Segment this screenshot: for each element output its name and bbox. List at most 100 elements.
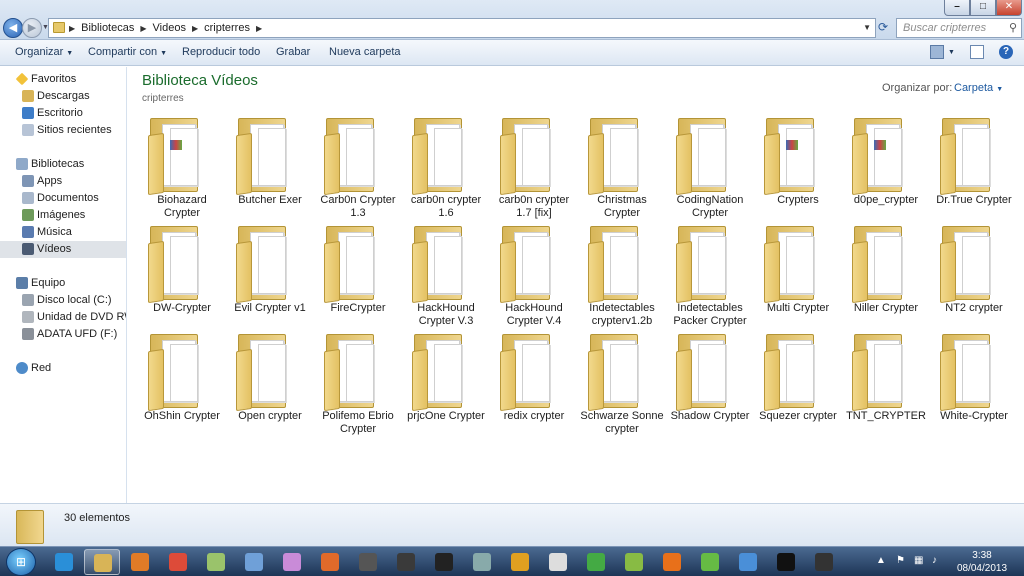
nav-downloads[interactable]: Descargas bbox=[0, 88, 126, 105]
folder-item[interactable]: White-Crypter bbox=[930, 326, 1018, 430]
view-options-icon[interactable] bbox=[930, 45, 944, 59]
help-icon[interactable]: ? bbox=[999, 45, 1013, 59]
close-button[interactable]: ✕ bbox=[996, 0, 1022, 16]
folder-item[interactable]: Carb0n Crypter 1.3 bbox=[314, 110, 402, 219]
folder-item[interactable]: Open crypter bbox=[226, 326, 314, 430]
start-button[interactable]: ⊞ bbox=[6, 548, 36, 576]
folder-item[interactable]: carb0n crypter 1.7 [fix] bbox=[490, 110, 578, 219]
folder-item[interactable]: Indetectables Packer Crypter bbox=[666, 218, 754, 327]
network-tray-icon[interactable]: ▦ bbox=[914, 555, 923, 566]
taskbar-app-button[interactable] bbox=[312, 549, 348, 575]
folder-item[interactable]: HackHound Crypter V.4 bbox=[490, 218, 578, 327]
nav-network[interactable]: Red bbox=[0, 360, 126, 377]
star-icon bbox=[15, 72, 29, 86]
breadcrumb-separator-icon[interactable]: ▶ bbox=[256, 22, 262, 35]
folder-item[interactable]: CodingNation Crypter bbox=[666, 110, 754, 219]
taskbar-app-button[interactable] bbox=[236, 549, 272, 575]
nav-computer[interactable]: Equipo bbox=[0, 275, 126, 292]
taskbar-app-button[interactable] bbox=[388, 549, 424, 575]
breadcrumb-item[interactable]: cripterres bbox=[204, 22, 250, 35]
breadcrumb-item[interactable]: Videos bbox=[153, 22, 186, 35]
preview-pane-icon[interactable] bbox=[970, 45, 984, 59]
folder-item[interactable]: Christmas Crypter bbox=[578, 110, 666, 219]
nav-music[interactable]: Música bbox=[0, 224, 126, 241]
taskbar-app-button[interactable] bbox=[692, 549, 728, 575]
taskbar-app-button[interactable] bbox=[806, 549, 842, 575]
taskbar-app-button[interactable] bbox=[464, 549, 500, 575]
back-button[interactable]: ◀ bbox=[3, 18, 23, 38]
nav-libraries[interactable]: Bibliotecas bbox=[0, 156, 126, 173]
breadcrumb-separator-icon[interactable]: ▶ bbox=[69, 22, 75, 35]
address-history-dropdown-icon[interactable]: ▼ bbox=[863, 23, 871, 32]
folder-item[interactable]: redix crypter bbox=[490, 326, 578, 430]
folder-item[interactable]: Polifemo Ebrio Crypter bbox=[314, 326, 402, 435]
new-folder-button[interactable]: Nueva carpeta bbox=[329, 46, 401, 58]
nav-drive-c[interactable]: Disco local (C:) bbox=[0, 292, 126, 309]
folder-item[interactable]: Multi Crypter bbox=[754, 218, 842, 322]
arrange-by-dropdown[interactable]: Carpeta ▼ bbox=[954, 82, 1003, 94]
folder-item[interactable]: Dr.True Crypter bbox=[930, 110, 1018, 214]
nav-documents[interactable]: Documentos bbox=[0, 190, 126, 207]
taskbar-app-button[interactable] bbox=[350, 549, 386, 575]
taskbar-app-button[interactable] bbox=[84, 549, 120, 575]
folder-item[interactable]: Crypters bbox=[754, 110, 842, 214]
folder-item[interactable]: prjcOne Crypter bbox=[402, 326, 490, 430]
taskbar-app-button[interactable] bbox=[616, 549, 652, 575]
taskbar-app-button[interactable] bbox=[730, 549, 766, 575]
clock[interactable]: 3:38 08/04/2013 bbox=[952, 549, 1012, 575]
maximize-button[interactable]: □ bbox=[970, 0, 996, 16]
folder-item[interactable]: carb0n crypter 1.6 bbox=[402, 110, 490, 219]
taskbar-app-button[interactable] bbox=[46, 549, 82, 575]
volume-icon[interactable]: ♪ bbox=[932, 555, 937, 566]
breadcrumb-item[interactable]: Bibliotecas bbox=[81, 22, 134, 35]
action-center-icon[interactable]: ⚑ bbox=[896, 555, 905, 566]
taskbar-app-button[interactable] bbox=[198, 549, 234, 575]
folder-item[interactable]: Schwarze Sonne crypter bbox=[578, 326, 666, 435]
nav-pictures[interactable]: Imágenes bbox=[0, 207, 126, 224]
nav-desktop[interactable]: Escritorio bbox=[0, 105, 126, 122]
address-field[interactable]: ▶ Bibliotecas ▶ Videos ▶ cripterres ▶ ▼ bbox=[48, 18, 876, 38]
folder-item[interactable]: Butcher Exer bbox=[226, 110, 314, 214]
folder-item[interactable]: DW-Crypter bbox=[138, 218, 226, 322]
folder-item[interactable]: FireCrypter bbox=[314, 218, 402, 322]
folder-item[interactable]: Niller Crypter bbox=[842, 218, 930, 322]
tray-expand-icon[interactable]: ▲ bbox=[876, 555, 886, 566]
folder-item[interactable]: d0pe_crypter bbox=[842, 110, 930, 214]
nav-dvd-drive[interactable]: Unidad de DVD RW ( bbox=[0, 309, 126, 326]
folder-item[interactable]: Indetectables crypterv1.2b bbox=[578, 218, 666, 327]
burn-button[interactable]: Grabar bbox=[276, 46, 310, 58]
folder-item[interactable]: Shadow Crypter bbox=[666, 326, 754, 430]
nav-usb-drive[interactable]: ADATA UFD (F:) bbox=[0, 326, 126, 343]
folder-item[interactable]: OhShin Crypter bbox=[138, 326, 226, 430]
folder-item[interactable]: Squezer crypter bbox=[754, 326, 842, 430]
taskbar-app-button[interactable] bbox=[768, 549, 804, 575]
search-input[interactable]: Buscar cripterres ⚲ bbox=[896, 18, 1022, 38]
play-all-button[interactable]: Reproducir todo bbox=[182, 46, 260, 58]
nav-favorites[interactable]: Favoritos bbox=[0, 71, 126, 88]
folder-item[interactable]: HackHound Crypter V.3 bbox=[402, 218, 490, 327]
nav-apps[interactable]: Apps bbox=[0, 173, 126, 190]
folder-item[interactable]: TNT_CRYPTER bbox=[842, 326, 930, 430]
view-dropdown-icon[interactable]: ▼ bbox=[948, 49, 955, 56]
taskbar-app-button[interactable] bbox=[160, 549, 196, 575]
nav-recent-places[interactable]: Sitios recientes bbox=[0, 122, 126, 139]
share-menu[interactable]: Compartir con ▼ bbox=[88, 46, 167, 58]
nav-videos[interactable]: Vídeos bbox=[0, 241, 126, 258]
breadcrumb-separator-icon[interactable]: ▶ bbox=[192, 22, 198, 35]
minimize-button[interactable]: – bbox=[944, 0, 970, 16]
taskbar-app-button[interactable] bbox=[274, 549, 310, 575]
taskbar-app-button[interactable] bbox=[502, 549, 538, 575]
organize-menu[interactable]: Organizar ▼ bbox=[15, 46, 73, 58]
taskbar-app-button[interactable] bbox=[654, 549, 690, 575]
taskbar-app-button[interactable] bbox=[426, 549, 462, 575]
taskbar-app-button[interactable] bbox=[122, 549, 158, 575]
folder-item[interactable]: Biohazard Crypter bbox=[138, 110, 226, 219]
refresh-icon[interactable]: ⟳ bbox=[878, 20, 892, 34]
taskbar-app-button[interactable] bbox=[540, 549, 576, 575]
taskbar-app-button[interactable] bbox=[578, 549, 614, 575]
folder-item[interactable]: NT2 crypter bbox=[930, 218, 1018, 322]
breadcrumb-separator-icon[interactable]: ▶ bbox=[140, 22, 146, 35]
forward-button[interactable]: ▶ bbox=[22, 18, 42, 38]
folder-label: Evil Crypter v1 bbox=[220, 302, 320, 315]
folder-item[interactable]: Evil Crypter v1 bbox=[226, 218, 314, 322]
